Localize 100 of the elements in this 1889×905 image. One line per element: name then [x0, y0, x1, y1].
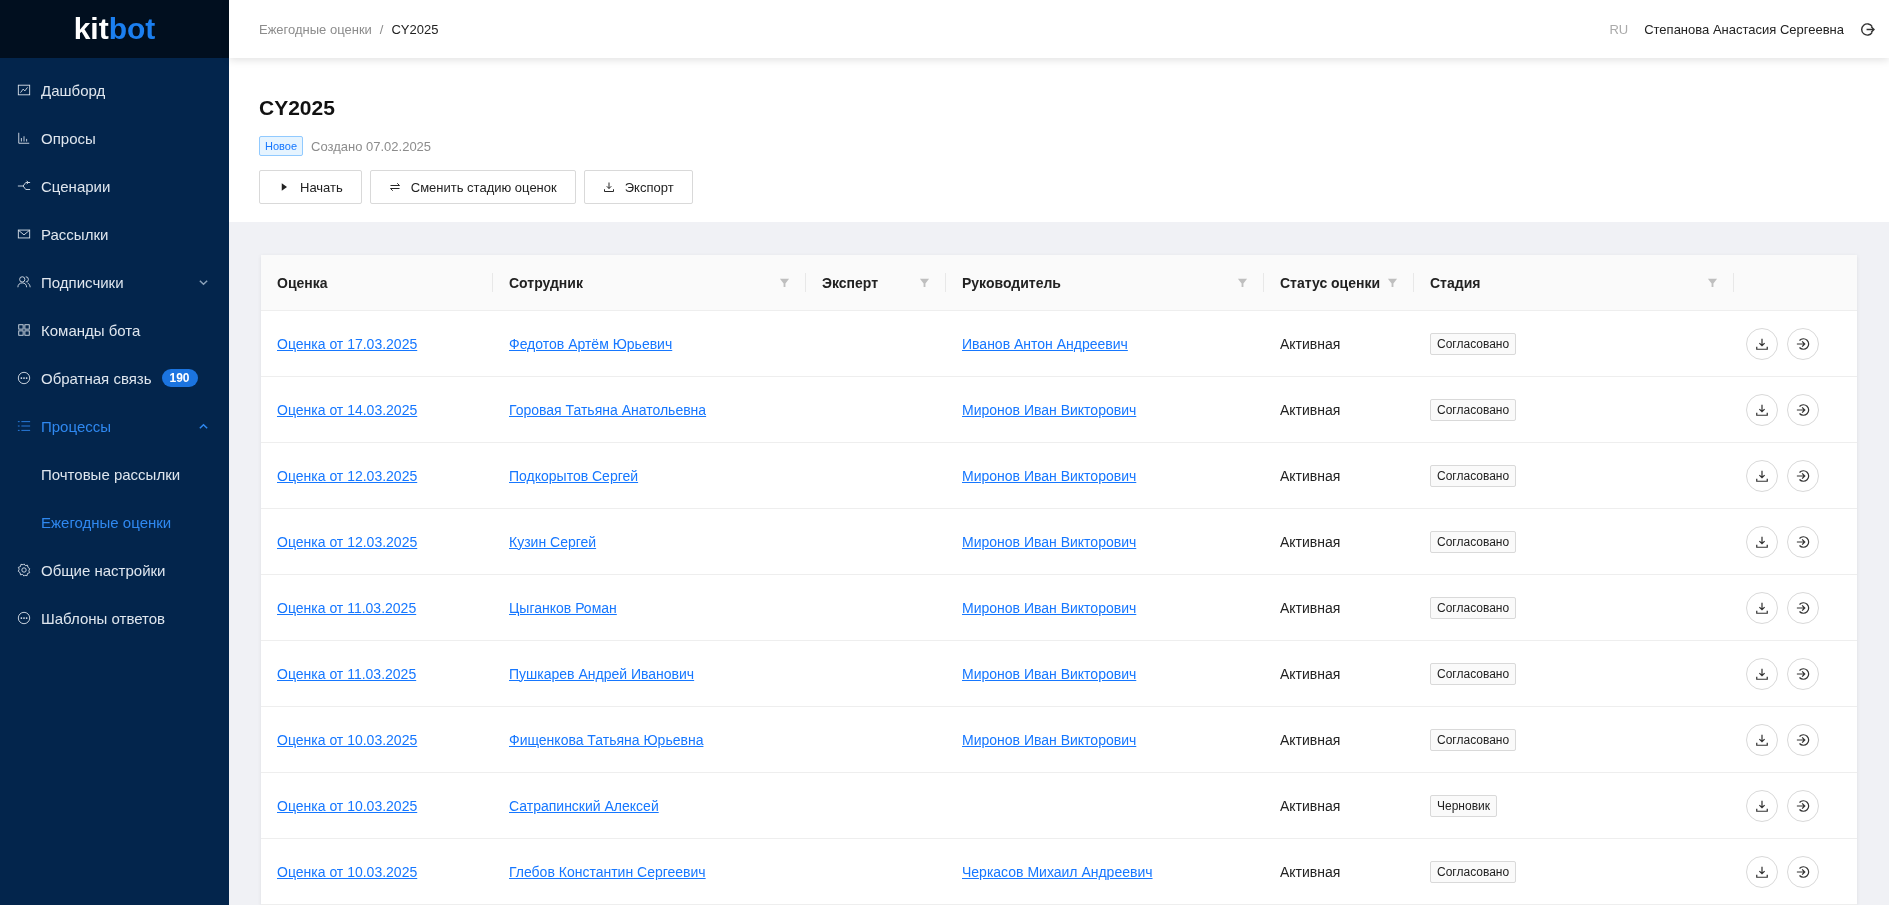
action-button[interactable]: Экспорт — [583, 170, 693, 204]
employee-link[interactable]: Горовая Татьяна Анатольевна — [509, 401, 707, 418]
manager-link[interactable]: Миронов Иван Викторович — [962, 731, 1137, 748]
stage-tag: Черновик — [1430, 794, 1497, 817]
status-text: Активная — [1280, 797, 1341, 814]
stage-tag: Согласовано — [1430, 530, 1517, 553]
employee-link[interactable]: Цыганков Роман — [509, 599, 617, 616]
sign-in-icon — [1796, 402, 1810, 417]
enter-button[interactable] — [1787, 657, 1819, 690]
sidebar-item[interactable]: Рассылки — [0, 210, 229, 258]
download-icon — [1755, 666, 1769, 681]
column-header: Эксперт — [806, 255, 946, 310]
assessment-link[interactable]: Оценка от 14.03.2025 — [277, 401, 418, 418]
download-icon — [1755, 402, 1769, 417]
sign-in-icon — [1796, 534, 1810, 549]
enter-button[interactable] — [1787, 855, 1819, 888]
employee-link[interactable]: Сатрапинский Алексей — [509, 797, 659, 814]
status-text: Активная — [1280, 467, 1341, 484]
employee-link[interactable]: Подкорытов Сергей — [509, 467, 639, 484]
sidebar-item[interactable]: Дашборд — [0, 66, 229, 114]
action-button[interactable]: Начать — [259, 170, 362, 204]
download-button[interactable] — [1746, 327, 1778, 360]
download-button[interactable] — [1746, 789, 1778, 822]
enter-button[interactable] — [1787, 789, 1819, 822]
manager-link[interactable]: Миронов Иван Викторович — [962, 599, 1137, 616]
column-header: Оценка — [261, 255, 493, 310]
logout-icon[interactable] — [1860, 21, 1875, 37]
download-button[interactable] — [1746, 657, 1778, 690]
status-text: Активная — [1280, 335, 1341, 352]
enter-button[interactable] — [1787, 327, 1819, 360]
column-header: Стадия — [1414, 255, 1734, 310]
sidebar-subitem[interactable]: Почтовые рассылки — [0, 450, 229, 498]
employee-link[interactable]: Фищенкова Татьяна Юрьевна — [509, 731, 704, 748]
sign-in-icon — [1796, 600, 1810, 615]
download-icon — [1755, 600, 1769, 615]
assessment-link[interactable]: Оценка от 10.03.2025 — [277, 863, 418, 880]
manager-link[interactable]: Иванов Антон Андреевич — [962, 335, 1128, 352]
employee-link[interactable]: Кузин Сергей — [509, 533, 597, 550]
download-icon — [1755, 468, 1769, 483]
employee-link[interactable]: Пушкарев Андрей Иванович — [509, 665, 695, 682]
assessment-link[interactable]: Оценка от 11.03.2025 — [277, 599, 417, 616]
status-text: Активная — [1280, 665, 1341, 682]
sign-in-icon — [1796, 468, 1810, 483]
enter-button[interactable] — [1787, 723, 1819, 756]
download-button[interactable] — [1746, 525, 1778, 558]
assessment-link[interactable]: Оценка от 11.03.2025 — [277, 665, 417, 682]
sidebar-item[interactable]: Сценарии — [0, 162, 229, 210]
download-button[interactable] — [1746, 459, 1778, 492]
enter-button[interactable] — [1787, 591, 1819, 624]
breadcrumb-separator: / — [379, 21, 384, 37]
sidebar-item[interactable]: Команды бота — [0, 306, 229, 354]
assessment-link[interactable]: Оценка от 10.03.2025 — [277, 731, 418, 748]
sidebar-item[interactable]: Обратная связь 190 — [0, 354, 229, 402]
employee-link[interactable]: Федотов Артём Юрьевич — [509, 335, 673, 352]
download-icon — [1755, 864, 1769, 879]
enter-button[interactable] — [1787, 393, 1819, 426]
download-button[interactable] — [1746, 591, 1778, 624]
line-chart-icon — [17, 83, 31, 97]
manager-link[interactable]: Миронов Иван Викторович — [962, 665, 1137, 682]
download-icon — [602, 181, 615, 193]
column-header: Статус оценки — [1264, 255, 1414, 310]
logo[interactable]: kitbot — [0, 0, 229, 58]
assessment-link[interactable]: Оценка от 12.03.2025 — [277, 533, 418, 550]
download-button[interactable] — [1746, 723, 1778, 756]
assessment-link[interactable]: Оценка от 10.03.2025 — [277, 797, 418, 814]
status-tag: Новое — [259, 136, 304, 156]
manager-link[interactable]: Миронов Иван Викторович — [962, 467, 1137, 484]
manager-link[interactable]: Миронов Иван Викторович — [962, 401, 1137, 418]
bar-chart-icon — [17, 131, 31, 145]
breadcrumb-link[interactable]: Ежегодные оценки — [259, 21, 372, 37]
download-icon — [1755, 534, 1769, 549]
assessment-link[interactable]: Оценка от 17.03.2025 — [277, 335, 418, 352]
sidebar-item[interactable]: Общие настройки — [0, 546, 229, 594]
grid-icon — [17, 323, 31, 337]
sidebar-item[interactable]: Шаблоны ответов — [0, 594, 229, 642]
sign-in-icon — [1796, 798, 1810, 813]
list-icon — [17, 419, 31, 433]
download-button[interactable] — [1746, 393, 1778, 426]
download-button[interactable] — [1746, 855, 1778, 888]
column-header: Сотрудник — [493, 255, 806, 310]
action-button[interactable]: Сменить стадию оценок — [369, 170, 576, 204]
column-header: Руководитель — [946, 255, 1264, 310]
enter-button[interactable] — [1787, 459, 1819, 492]
status-text: Активная — [1280, 731, 1341, 748]
swap-arrows-icon — [388, 181, 401, 193]
employee-link[interactable]: Глебов Константин Сергеевич — [509, 863, 706, 880]
enter-button[interactable] — [1787, 525, 1819, 558]
sidebar-item[interactable]: Опросы — [0, 114, 229, 162]
manager-link[interactable]: Миронов Иван Викторович — [962, 533, 1137, 550]
sidebar-item[interactable]: Подписчики — [0, 258, 229, 306]
manager-link[interactable]: Черкасов Михаил Андреевич — [962, 863, 1153, 880]
assessment-link[interactable]: Оценка от 12.03.2025 — [277, 467, 418, 484]
sidebar-item[interactable]: Процессы — [0, 402, 229, 450]
sign-in-icon — [1796, 864, 1810, 879]
chat-bubble-icon — [17, 371, 31, 385]
download-icon — [1755, 732, 1769, 747]
download-icon — [1755, 798, 1769, 813]
count-badge: 190 — [161, 369, 198, 387]
chat-bubble-icon — [17, 611, 31, 625]
sidebar-subitem[interactable]: Ежегодные оценки — [0, 498, 229, 546]
